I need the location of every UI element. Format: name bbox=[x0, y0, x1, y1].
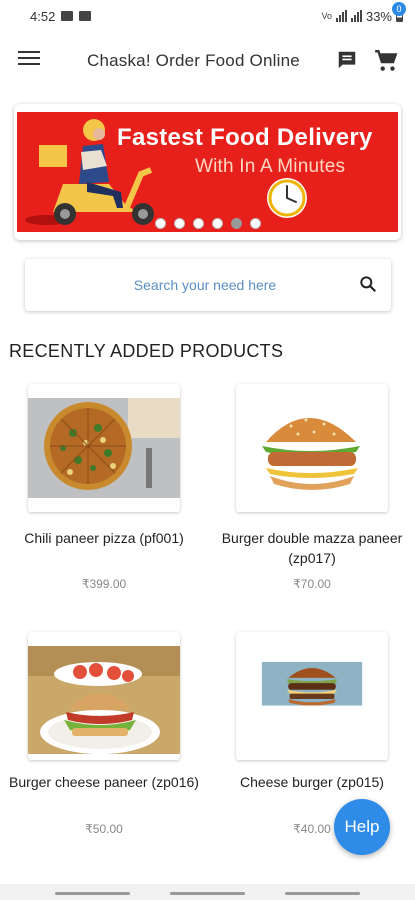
promo-banner[interactable]: Fastest Food Delivery With In A Minutes bbox=[17, 112, 398, 232]
menu-icon[interactable] bbox=[18, 51, 40, 69]
app-title: Chaska! Order Food Online bbox=[87, 51, 300, 70]
product-price: ₹399.00 bbox=[81, 577, 127, 591]
status-time: 4:52 bbox=[30, 8, 56, 24]
product-image-card[interactable] bbox=[236, 632, 388, 760]
product-image-card[interactable] bbox=[236, 384, 388, 512]
product-name: Burger double mazza paneer (zp017) bbox=[221, 530, 403, 566]
volte-icon: Vo bbox=[321, 11, 332, 21]
carousel-dot[interactable] bbox=[173, 218, 185, 229]
product-price: ₹70.00 bbox=[293, 577, 331, 591]
news-icon bbox=[79, 11, 92, 21]
product-image-burger bbox=[28, 646, 180, 754]
search-icon[interactable] bbox=[358, 274, 378, 294]
chat-icon[interactable] bbox=[336, 49, 358, 71]
nav-indicator[interactable] bbox=[170, 892, 245, 895]
nav-indicator[interactable] bbox=[285, 892, 360, 895]
section-title: RECENTLY ADDED PRODUCTS bbox=[9, 341, 284, 361]
carousel-dot[interactable] bbox=[154, 218, 166, 229]
banner-subline: With In A Minutes bbox=[195, 156, 346, 177]
product-name: Burger cheese paneer (zp016) bbox=[9, 774, 199, 790]
cart-icon[interactable] bbox=[373, 48, 399, 74]
status-bar: 4:52 Vo 33% bbox=[0, 0, 415, 32]
carousel-dot-active[interactable] bbox=[230, 218, 242, 229]
app-bar: Chaska! Order Food Online bbox=[0, 38, 415, 84]
product-price: ₹50.00 bbox=[85, 822, 123, 836]
search-input[interactable] bbox=[25, 259, 345, 311]
cart-count-badge: 0 bbox=[392, 2, 406, 16]
battery-percent: 33% bbox=[365, 8, 392, 24]
carousel-indicator bbox=[0, 218, 415, 229]
carousel-dot[interactable] bbox=[249, 218, 261, 229]
help-button[interactable]: Help bbox=[334, 799, 390, 855]
nav-indicator[interactable] bbox=[55, 892, 130, 895]
carousel-dot[interactable] bbox=[211, 218, 223, 229]
product-image-card[interactable] bbox=[28, 384, 180, 512]
product-name: Cheese burger (zp015) bbox=[240, 774, 384, 790]
product-image-burger bbox=[261, 662, 363, 706]
bottom-tab-bar bbox=[0, 884, 415, 900]
wifi-icon bbox=[350, 10, 362, 22]
signal-icon bbox=[335, 10, 347, 22]
image-icon bbox=[61, 11, 74, 21]
product-name: Chili paneer pizza (pf001) bbox=[24, 530, 184, 546]
carousel-dot[interactable] bbox=[192, 218, 204, 229]
search-box bbox=[25, 259, 391, 311]
product-image-pizza bbox=[28, 398, 180, 498]
product-image-burger bbox=[236, 398, 388, 498]
product-image-card[interactable] bbox=[28, 632, 180, 760]
banner-headline: Fastest Food Delivery bbox=[117, 124, 373, 151]
